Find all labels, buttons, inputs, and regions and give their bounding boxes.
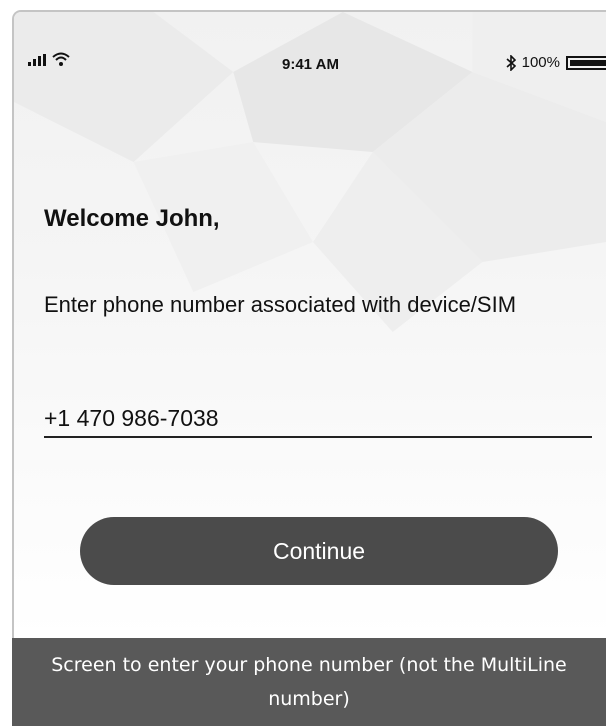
phone-number-input[interactable] <box>44 400 592 438</box>
battery-percent: 100% <box>521 54 560 71</box>
status-left <box>28 52 70 66</box>
status-bar: 9:41 AM 100% <box>14 12 606 73</box>
wifi-icon <box>52 52 70 66</box>
status-time: 9:41 AM <box>282 56 339 73</box>
screenshot-frame: 9:41 AM 100% Welcome John, Enter phone n… <box>0 0 606 726</box>
welcome-heading: Welcome John, <box>44 205 220 232</box>
continue-button[interactable]: Continue <box>80 517 558 585</box>
battery-icon <box>566 55 606 70</box>
status-right: 100% <box>506 54 606 71</box>
signal-icon <box>28 54 46 66</box>
bluetooth-icon <box>506 54 516 71</box>
instruction-text: Enter phone number associated with devic… <box>44 292 517 317</box>
screenshot-caption: Screen to enter your phone number (not t… <box>12 638 606 726</box>
phone-screen: 9:41 AM 100% Welcome John, Enter phone n… <box>12 10 606 638</box>
